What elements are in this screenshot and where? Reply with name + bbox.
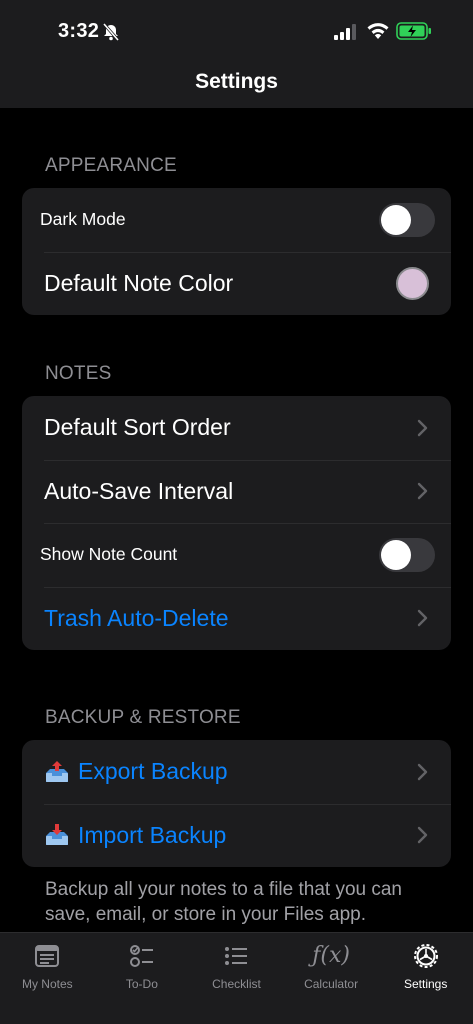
- export-backup-item: Export Backup: [44, 758, 228, 785]
- appearance-group: Dark Mode Default Note Color: [22, 188, 451, 315]
- chevron-right-icon: [417, 763, 428, 780]
- page-title: Settings: [195, 70, 278, 93]
- backup-footer-text: Backup all your notes to a file that you…: [45, 879, 402, 925]
- dark-mode-row: Dark Mode: [22, 188, 451, 252]
- tab-my-notes[interactable]: My Notes: [0, 933, 95, 1024]
- tab-to-do[interactable]: To-Do: [95, 933, 190, 1024]
- status-time: 3:32: [58, 20, 100, 42]
- export-backup-row[interactable]: Export Backup: [22, 740, 451, 804]
- tab-settings[interactable]: Settings: [378, 933, 473, 1024]
- function-icon: ƒ(x): [312, 943, 350, 968]
- auto-save-interval-label: Auto-Save Interval: [44, 477, 234, 504]
- tab-label: Checklist: [212, 977, 261, 991]
- gear-icon: [413, 944, 438, 968]
- tab-calculator[interactable]: ƒ(x) Calculator: [284, 933, 379, 1024]
- dark-mode-toggle[interactable]: [379, 202, 435, 237]
- import-backup-row[interactable]: Import Backup: [22, 803, 451, 868]
- status-bar: 3:32: [0, 0, 473, 60]
- toggle-knob: [381, 539, 411, 570]
- tab-label: Calculator: [304, 977, 359, 991]
- show-note-count-label: Show Note Count: [40, 544, 178, 565]
- tab-label: To-Do: [125, 977, 158, 991]
- chevron-right-icon: [417, 483, 428, 500]
- trash-auto-delete-label: Trash Auto-Delete: [44, 604, 229, 631]
- show-note-count-row: Show Note Count: [22, 523, 451, 587]
- toggle-knob: [381, 204, 411, 235]
- backup-section-header: BACKUP & RESTORE: [45, 707, 241, 728]
- trash-auto-delete-row[interactable]: Trash Auto-Delete: [22, 586, 451, 651]
- default-note-color-label: Default Note Color: [44, 269, 234, 296]
- appearance-section-header: APPEARANCE: [45, 155, 177, 176]
- auto-save-interval-row[interactable]: Auto-Save Interval: [22, 459, 451, 524]
- default-note-color-row[interactable]: Default Note Color: [22, 251, 451, 316]
- default-sort-order-row[interactable]: Default Sort Order: [22, 396, 451, 460]
- dark-mode-label: Dark Mode: [40, 209, 126, 230]
- battery-charging-icon: [396, 22, 431, 40]
- show-note-count-toggle[interactable]: [379, 537, 435, 572]
- outbox-tray-icon: [46, 760, 68, 782]
- chevron-right-icon: [417, 827, 428, 844]
- notes-section-header: NOTES: [45, 363, 112, 384]
- chevron-right-icon: [417, 610, 428, 627]
- default-sort-order-label: Default Sort Order: [44, 414, 231, 441]
- notes-icon: [35, 945, 60, 967]
- export-backup-label: Export Backup: [78, 758, 228, 785]
- navigation-bar: Settings: [0, 60, 473, 108]
- import-backup-item: Import Backup: [44, 822, 226, 849]
- tab-checklist[interactable]: Checklist: [189, 933, 284, 1024]
- cellular-signal-icon: [334, 24, 356, 40]
- note-color-swatch[interactable]: [396, 267, 429, 301]
- inbox-tray-icon: [46, 824, 68, 846]
- import-backup-label: Import Backup: [78, 821, 227, 848]
- tab-bar: My Notes To-Do Checklist ƒ(x) Calculator: [0, 932, 473, 1024]
- todo-icon: [129, 945, 153, 967]
- tab-label: Settings: [403, 977, 448, 991]
- backup-group: Export Backup Import Backup: [22, 740, 451, 867]
- notes-group: Default Sort Order Auto-Save Interval Sh…: [22, 396, 451, 650]
- chevron-right-icon: [417, 419, 428, 436]
- tab-label: My Notes: [21, 977, 73, 991]
- bell-slash-icon: [102, 23, 120, 41]
- checklist-icon: [225, 947, 248, 965]
- wifi-icon: [367, 23, 389, 39]
